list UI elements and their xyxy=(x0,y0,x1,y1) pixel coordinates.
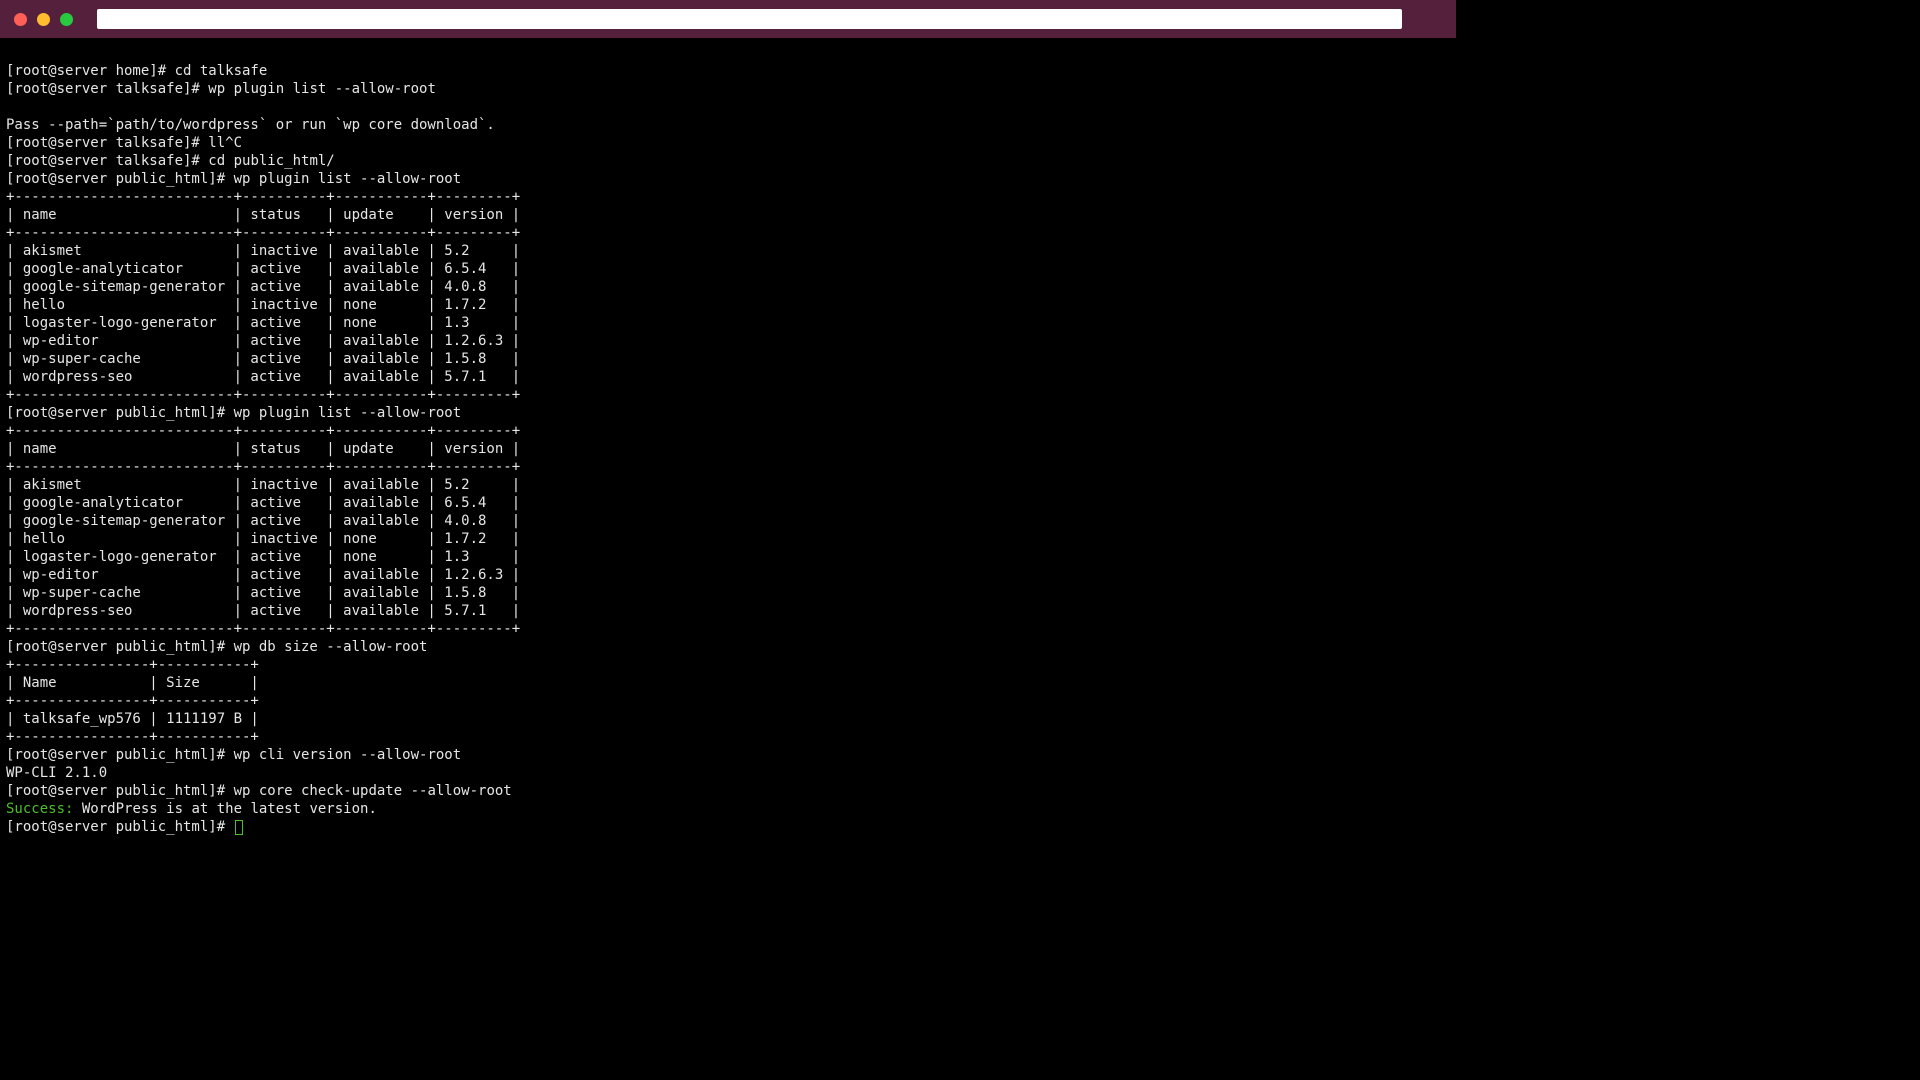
table-row: | logaster-logo-generator | active | non… xyxy=(6,315,520,331)
table-row: | hello | inactive | none | 1.7.2 | xyxy=(6,297,520,313)
table-header: | name | status | update | version | xyxy=(6,441,520,457)
cmd: wp db size --allow-root xyxy=(234,639,428,655)
prompt: [root@server talksafe]# xyxy=(6,153,208,169)
table-row: | google-analyticator | active | availab… xyxy=(6,495,520,511)
table-row: | hello | inactive | none | 1.7.2 | xyxy=(6,531,520,547)
table-border: +----------------+-----------+ xyxy=(6,693,259,709)
table-row: | talksafe_wp576 | 1111197 B | xyxy=(6,711,259,727)
table-border: +--------------------------+----------+-… xyxy=(6,387,520,403)
table-row: | google-sitemap-generator | active | av… xyxy=(6,279,520,295)
table-row: | logaster-logo-generator | active | non… xyxy=(6,549,520,565)
success-text: WordPress is at the latest version. xyxy=(73,801,376,817)
prompt: [root@server talksafe]# xyxy=(6,81,208,97)
table-border: +--------------------------+----------+-… xyxy=(6,225,520,241)
cmd: wp cli version --allow-root xyxy=(234,747,462,763)
maximize-icon[interactable] xyxy=(60,13,73,26)
cmd: cd talksafe xyxy=(175,63,268,79)
cmd: wp plugin list --allow-root xyxy=(208,81,436,97)
table-row: | wp-super-cache | active | available | … xyxy=(6,351,520,367)
table-border: +--------------------------+----------+-… xyxy=(6,621,520,637)
prompt: [root@server home]# xyxy=(6,63,175,79)
table-row: | akismet | inactive | available | 5.2 | xyxy=(6,477,520,493)
minimize-icon[interactable] xyxy=(37,13,50,26)
cmd: cd public_html/ xyxy=(208,153,334,169)
table-row: | google-sitemap-generator | active | av… xyxy=(6,513,520,529)
cmd: wp plugin list --allow-root xyxy=(234,405,462,421)
close-icon[interactable] xyxy=(14,13,27,26)
table-border: +----------------+-----------+ xyxy=(6,657,259,673)
prompt: [root@server public_html]# xyxy=(6,405,234,421)
window-titlebar xyxy=(0,0,1456,38)
prompt: [root@server public_html]# xyxy=(6,639,234,655)
table-border: +--------------------------+----------+-… xyxy=(6,423,520,439)
table-border: +--------------------------+----------+-… xyxy=(6,459,520,475)
table-row: | wordpress-seo | active | available | 5… xyxy=(6,603,520,619)
prompt: [root@server public_html]# xyxy=(6,819,234,835)
window-controls xyxy=(14,13,73,26)
prompt: [root@server talksafe]# xyxy=(6,135,208,151)
cmd: wp plugin list --allow-root xyxy=(234,171,462,187)
table-row: | wp-editor | active | available | 1.2.6… xyxy=(6,567,520,583)
table-row: | wordpress-seo | active | available | 5… xyxy=(6,369,520,385)
table-border: +----------------+-----------+ xyxy=(6,729,259,745)
cli-version: WP-CLI 2.1.0 xyxy=(6,765,107,781)
cmd: ll^C xyxy=(208,135,242,151)
cmd: wp core check-update --allow-root xyxy=(234,783,512,799)
success-badge: Success: xyxy=(6,801,73,817)
tab-title-field[interactable] xyxy=(97,9,1402,29)
cursor-icon xyxy=(235,820,243,835)
terminal-output[interactable]: [root@server home]# cd talksafe [root@se… xyxy=(0,38,1456,842)
table-header: | name | status | update | version | xyxy=(6,207,520,223)
table-row: | wp-super-cache | active | available | … xyxy=(6,585,520,601)
table-border: +--------------------------+----------+-… xyxy=(6,189,520,205)
table-header: | Name | Size | xyxy=(6,675,259,691)
table-row: | wp-editor | active | available | 1.2.6… xyxy=(6,333,520,349)
prompt: [root@server public_html]# xyxy=(6,783,234,799)
prompt: [root@server public_html]# xyxy=(6,747,234,763)
table-row: | google-analyticator | active | availab… xyxy=(6,261,520,277)
hint-text: Pass --path=`path/to/wordpress` or run `… xyxy=(6,117,495,133)
prompt: [root@server public_html]# xyxy=(6,171,234,187)
table-row: | akismet | inactive | available | 5.2 | xyxy=(6,243,520,259)
